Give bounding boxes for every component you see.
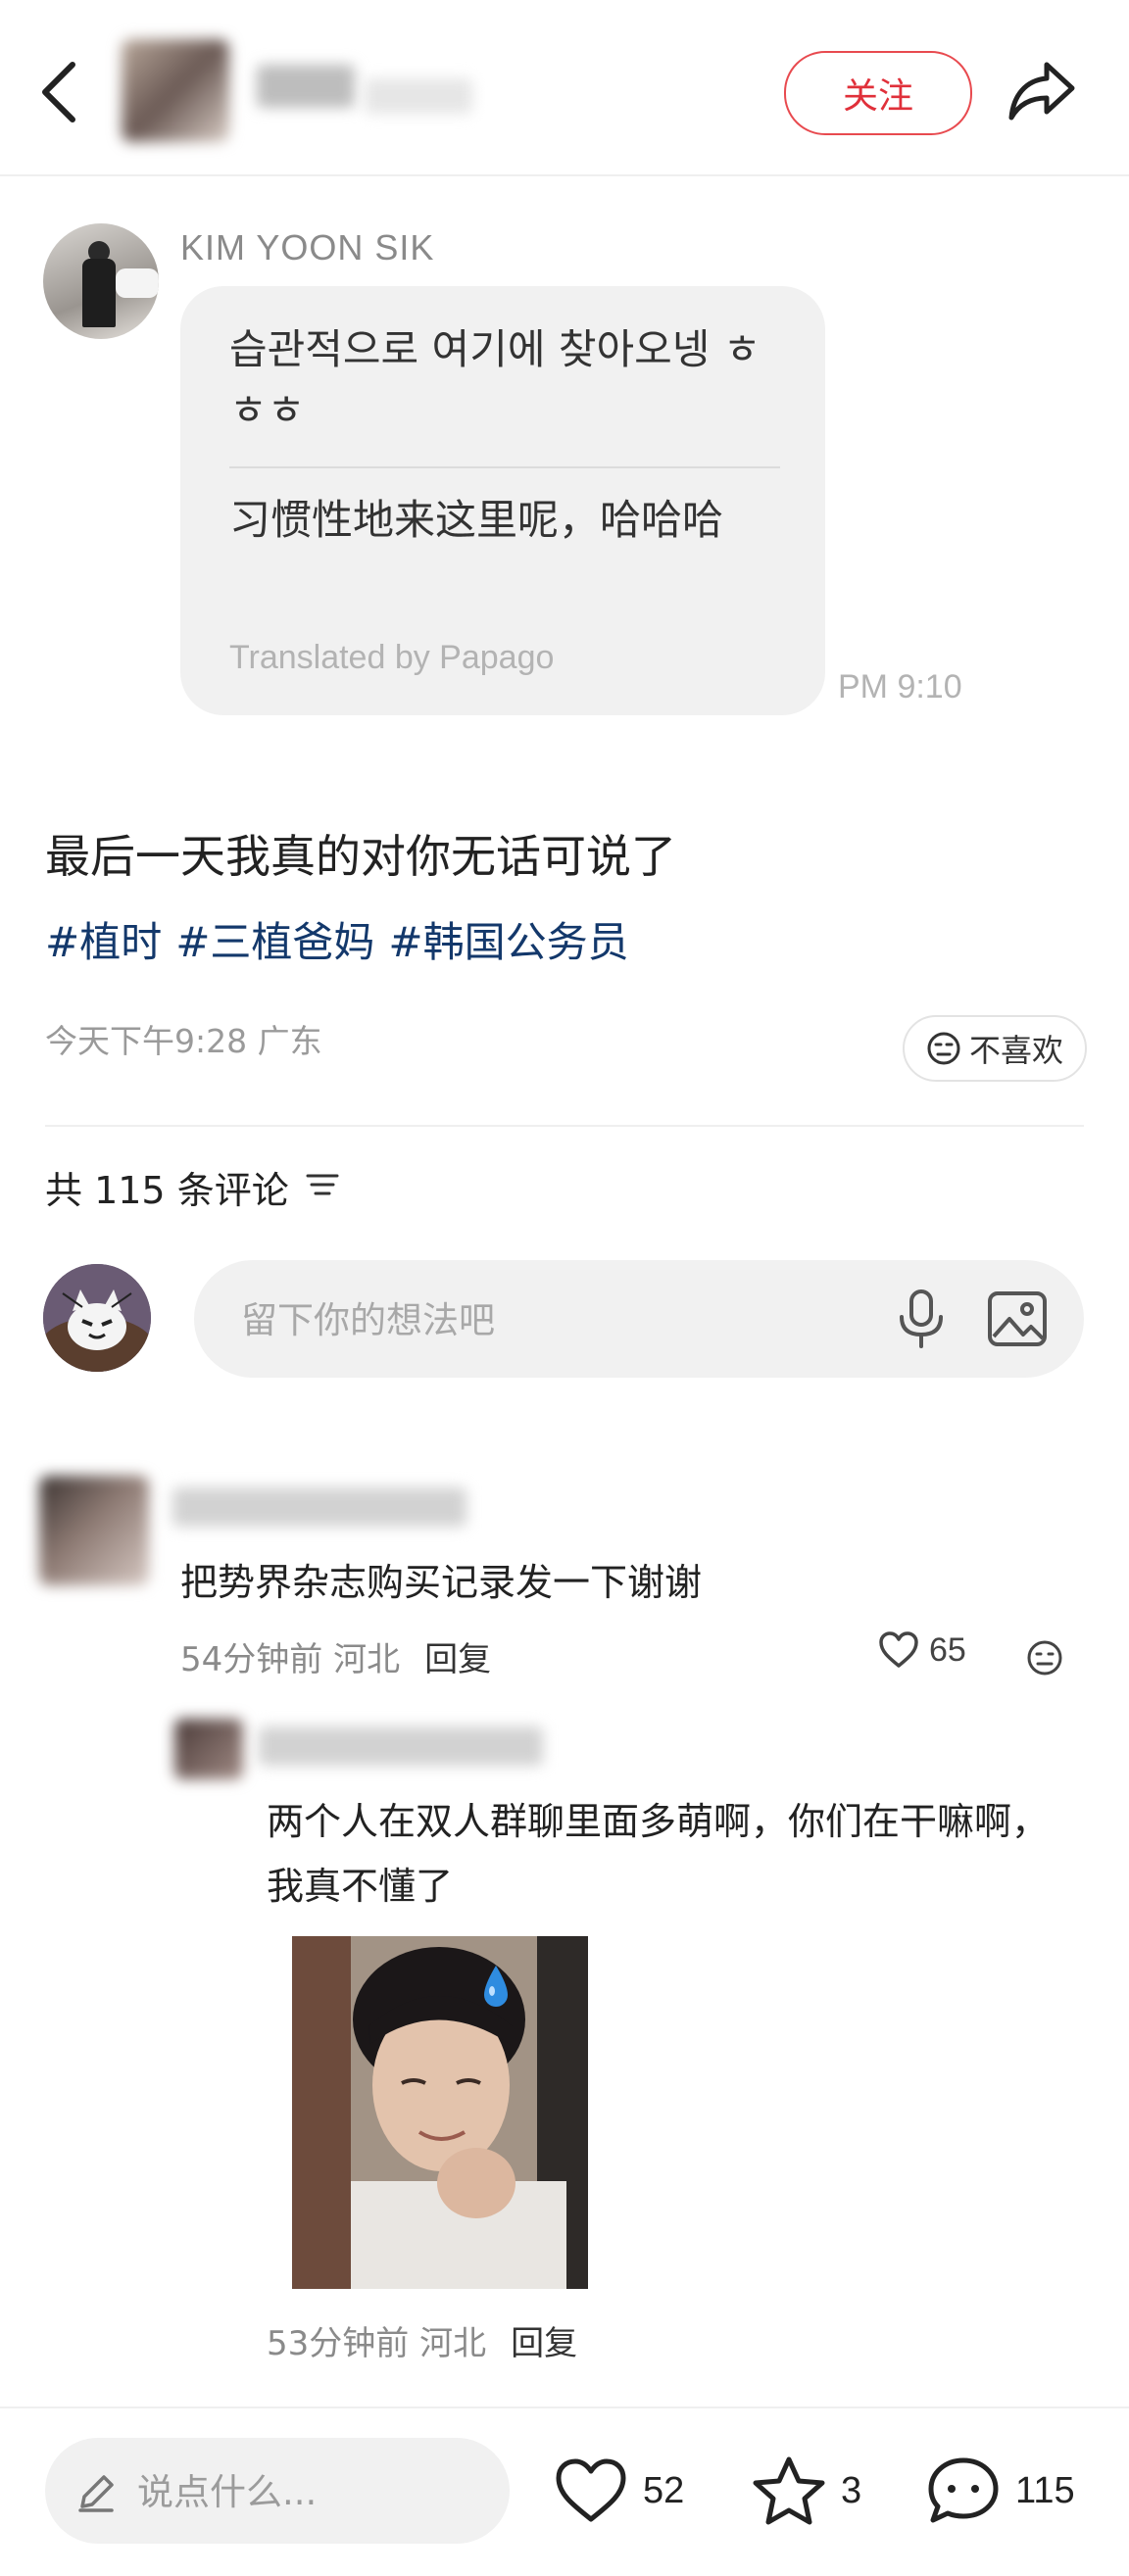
collect-count: 3	[841, 2469, 862, 2511]
comment-input[interactable]	[239, 1260, 851, 1380]
commenter-name[interactable]	[172, 1487, 466, 1527]
collect-button[interactable]: 3	[751, 2455, 861, 2526]
post-meta: 今天下午9:28 广东	[45, 1022, 322, 1060]
comment-react-button[interactable]	[1025, 1638, 1064, 1681]
comments-button[interactable]: 115	[925, 2455, 1075, 2526]
comment-count: 共 115 条评论	[45, 1169, 289, 1212]
chat-message-korean: 습관적으로 여기에 찾아오넹 ㅎㅎㅎ	[229, 325, 761, 434]
back-button[interactable]	[33, 57, 92, 125]
heart-icon	[556, 2458, 626, 2522]
replier-name[interactable]	[259, 1726, 543, 1766]
like-button[interactable]: 52	[553, 2455, 684, 2526]
reply-meta-row: 53分钟前 河北 回复	[267, 2316, 577, 2364]
comment-input-box[interactable]	[194, 1260, 1084, 1380]
follow-button[interactable]: 关注	[784, 51, 972, 135]
comment-total: 115	[1015, 2469, 1075, 2511]
share-button[interactable]	[1006, 57, 1078, 125]
comment-like-count: 65	[929, 1630, 966, 1669]
say-something-box[interactable]	[45, 2438, 510, 2546]
comment-icon	[928, 2457, 999, 2523]
share-icon	[1008, 62, 1075, 121]
chat-time: PM 9:10	[838, 668, 962, 705]
dislike-face-icon	[927, 1032, 960, 1065]
reply-photo[interactable]	[292, 1936, 588, 2289]
chat-message-translation: 习惯性地来这里呢，哈哈哈	[229, 496, 724, 544]
reply-text: 两个人在双人群聊里面多萌啊，你们在干嘛啊，我真不懂了	[267, 1800, 1050, 1908]
tag-link[interactable]: #韩国公务员	[388, 918, 628, 966]
translation-credit: Translated by Papago	[229, 639, 555, 676]
chat-sender-name: KIM YOON SIK	[180, 227, 435, 267]
comment-like-button[interactable]: 65	[878, 1630, 966, 1670]
replier-avatar[interactable]	[174, 1719, 243, 1779]
image-icon	[988, 1291, 1047, 1346]
star-icon	[753, 2456, 825, 2525]
sort-icon	[306, 1174, 339, 1195]
cat-avatar-image	[43, 1264, 151, 1372]
tag-link[interactable]: #植时	[45, 918, 162, 966]
pencil-icon	[78, 2475, 114, 2512]
sender-avatar	[43, 223, 159, 339]
author-name-extra	[365, 78, 472, 114]
reply-button[interactable]: 回复	[511, 2324, 577, 2363]
dislike-label: 不喜欢	[968, 1032, 1063, 1069]
person-photo	[292, 1936, 588, 2289]
comment-meta-row: 54分钟前 河北 回复	[180, 1632, 491, 1680]
reply-button[interactable]: 回复	[424, 1640, 491, 1679]
reply-meta: 53分钟前 河北	[267, 2324, 487, 2363]
dislike-button[interactable]: 不喜欢	[903, 1015, 1087, 1082]
like-count: 52	[643, 2469, 685, 2511]
post-title: 最后一天我真的对你无话可说了	[45, 830, 676, 883]
comment-meta: 54分钟前 河北	[180, 1640, 401, 1679]
say-something-input[interactable]	[135, 2438, 492, 2546]
smile-icon	[1027, 1640, 1062, 1676]
divider	[45, 1125, 1084, 1127]
commenter-avatar[interactable]	[39, 1476, 149, 1585]
my-avatar[interactable]	[43, 1264, 151, 1372]
comment-text: 把势界杂志购买记录发一下谢谢	[180, 1561, 703, 1604]
voice-button[interactable]	[892, 1288, 951, 1350]
heart-icon	[879, 1631, 918, 1668]
author-name[interactable]	[257, 65, 355, 108]
author-avatar[interactable]	[122, 39, 229, 142]
mic-icon	[900, 1289, 943, 1348]
tag-link[interactable]: #三植爸妈	[175, 918, 374, 966]
image-button[interactable]	[986, 1289, 1049, 1348]
post-tags: #植时 #三植爸妈 #韩国公务员	[45, 909, 643, 969]
sort-button[interactable]	[306, 1168, 339, 1201]
bubble-divider	[229, 466, 780, 468]
back-icon	[42, 62, 75, 122]
